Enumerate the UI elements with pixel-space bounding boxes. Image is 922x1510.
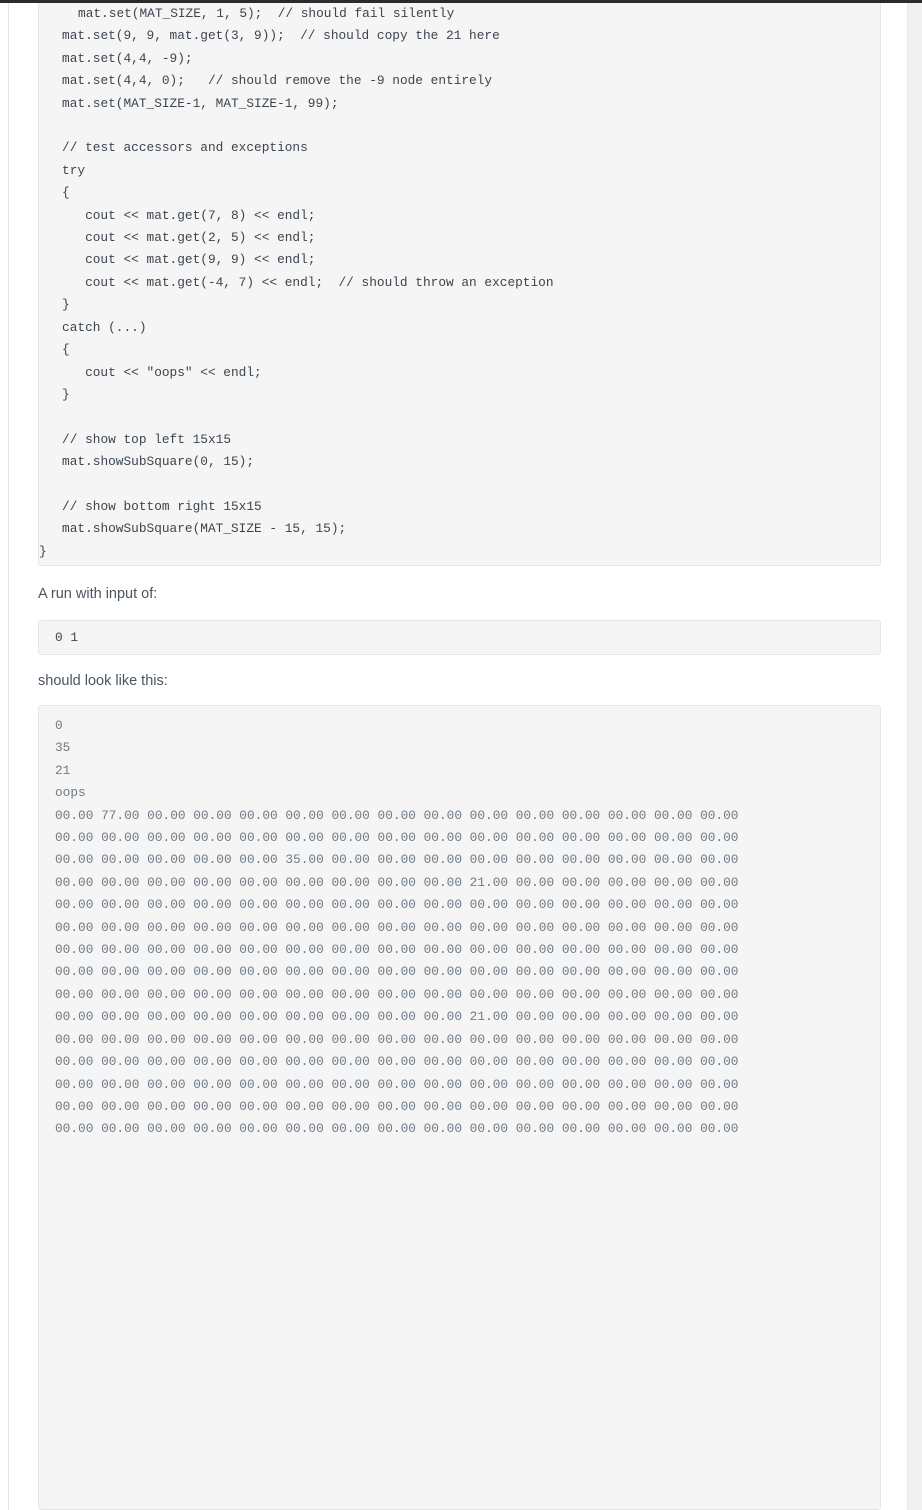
left-gutter-divider bbox=[8, 0, 9, 1510]
code-block-sample-input: 0 1 bbox=[38, 620, 881, 655]
code-block-sample-input-text: 0 1 bbox=[55, 630, 79, 645]
code-block-expected-output-text: 0 35 21 oops 00.00 77.00 00.00 00.00 00.… bbox=[55, 718, 739, 1137]
code-block-expected-output: 0 35 21 oops 00.00 77.00 00.00 00.00 00.… bbox=[38, 705, 881, 1510]
paragraph-should-look-like: should look like this: bbox=[38, 673, 168, 689]
paragraph-run-with-input: A run with input of: bbox=[38, 586, 158, 602]
browser-top-bar bbox=[0, 0, 922, 3]
code-block-driver-source-text: mat.set(MAT_SIZE, 1, 5); // should fail … bbox=[39, 6, 554, 559]
page-scrollbar[interactable] bbox=[907, 0, 922, 1510]
code-block-driver-source: mat.set(MAT_SIZE, 1, 5); // should fail … bbox=[38, 2, 881, 566]
